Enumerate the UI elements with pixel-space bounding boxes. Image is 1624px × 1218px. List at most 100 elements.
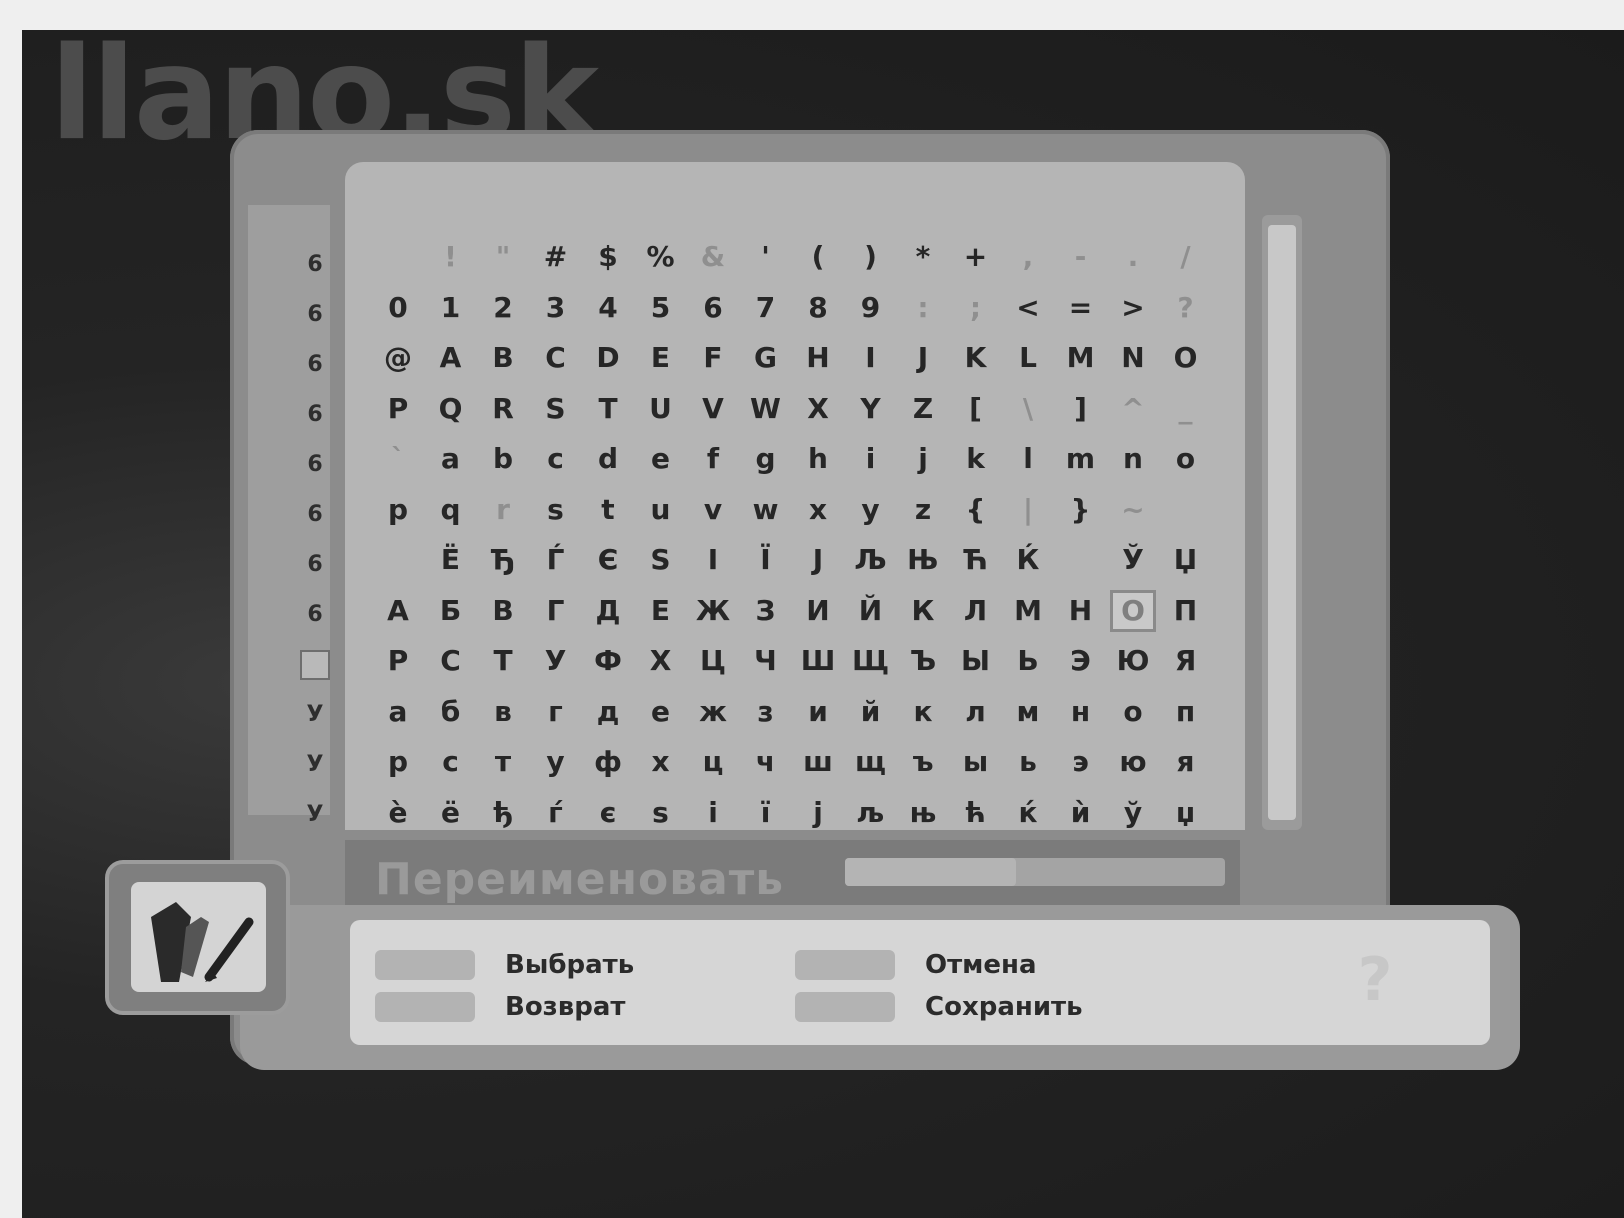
char-cell[interactable]: ћ (953, 792, 999, 834)
char-cell[interactable]: U (638, 388, 684, 430)
char-cell[interactable]: Ъ (900, 640, 946, 682)
char-cell[interactable]: > (1110, 287, 1156, 329)
char-cell[interactable]: ~ (1110, 489, 1156, 531)
char-cell[interactable]: ў (1110, 792, 1156, 834)
char-cell[interactable]: В (480, 590, 526, 632)
char-cell[interactable]: ё (428, 792, 474, 834)
row-marker[interactable]: У (300, 750, 330, 780)
row-marker[interactable]: 6 (300, 400, 330, 430)
char-cell[interactable]: ђ (480, 792, 526, 834)
char-cell[interactable]: У (533, 640, 579, 682)
char-cell[interactable]: ' (743, 236, 789, 278)
char-cell[interactable]: I (848, 337, 894, 379)
char-cell[interactable] (1163, 489, 1209, 531)
char-cell[interactable]: ќ (1005, 792, 1051, 834)
char-cell[interactable]: G (743, 337, 789, 379)
save-button[interactable]: Сохранить (795, 987, 1083, 1027)
char-cell[interactable]: ш (795, 741, 841, 783)
char-cell[interactable] (375, 236, 421, 278)
char-cell[interactable]: _ (1163, 388, 1209, 430)
char-cell[interactable]: п (1163, 691, 1209, 733)
char-cell[interactable]: у (533, 741, 579, 783)
char-cell[interactable]: Д (585, 590, 631, 632)
char-cell[interactable]: L (1005, 337, 1051, 379)
char-cell[interactable]: . (1110, 236, 1156, 278)
char-cell[interactable]: Љ (848, 539, 894, 581)
char-cell[interactable]: M (1058, 337, 1104, 379)
row-marker[interactable]: У (300, 800, 330, 830)
char-cell[interactable]: D (585, 337, 631, 379)
char-cell[interactable]: Ђ (480, 539, 526, 581)
char-cell[interactable]: Щ (848, 640, 894, 682)
char-cell[interactable]: ѝ (1058, 792, 1104, 834)
char-cell[interactable]: y (848, 489, 894, 531)
char-cell[interactable]: ч (743, 741, 789, 783)
char-cell[interactable]: 4 (585, 287, 631, 329)
char-cell[interactable]: Я (1163, 640, 1209, 682)
char-cell[interactable]: C (533, 337, 579, 379)
char-cell[interactable]: г (533, 691, 579, 733)
char-cell[interactable]: М (1005, 590, 1051, 632)
char-cell[interactable]: Н (1058, 590, 1104, 632)
char-cell[interactable]: - (1058, 236, 1104, 278)
char-cell[interactable]: j (900, 438, 946, 480)
char-cell[interactable]: g (743, 438, 789, 480)
char-cell[interactable]: E (638, 337, 684, 379)
char-cell[interactable]: љ (848, 792, 894, 834)
scrollbar-thumb[interactable] (1268, 225, 1296, 820)
char-cell[interactable]: ѕ (638, 792, 684, 834)
char-cell[interactable]: І (690, 539, 736, 581)
char-cell[interactable]: в (480, 691, 526, 733)
char-cell[interactable]: m (1058, 438, 1104, 480)
char-cell[interactable]: h (795, 438, 841, 480)
char-cell[interactable]: Ы (953, 640, 999, 682)
char-cell[interactable]: Ў (1110, 539, 1156, 581)
char-cell[interactable]: Ѓ (533, 539, 579, 581)
char-cell[interactable]: r (480, 489, 526, 531)
row-marker[interactable]: 6 (300, 450, 330, 480)
char-cell[interactable]: 5 (638, 287, 684, 329)
char-cell[interactable]: s (533, 489, 579, 531)
char-cell[interactable]: K (953, 337, 999, 379)
char-cell[interactable]: = (1058, 287, 1104, 329)
char-cell[interactable]: З (743, 590, 789, 632)
char-cell[interactable]: Ф (585, 640, 631, 682)
char-cell[interactable]: л (953, 691, 999, 733)
char-cell[interactable]: Q (428, 388, 474, 430)
char-cell[interactable]: ( (795, 236, 841, 278)
char-cell[interactable]: ) (848, 236, 894, 278)
char-cell[interactable]: d (585, 438, 631, 480)
char-cell[interactable]: 7 (743, 287, 789, 329)
char-cell[interactable]: Z (900, 388, 946, 430)
char-cell[interactable]: ? (1163, 287, 1209, 329)
char-cell[interactable] (1058, 539, 1104, 581)
char-cell[interactable]: / (1163, 236, 1209, 278)
char-cell[interactable]: i (848, 438, 894, 480)
char-cell[interactable]: ј (795, 792, 841, 834)
char-cell[interactable]: ; (953, 287, 999, 329)
char-cell[interactable]: ь (1005, 741, 1051, 783)
char-cell[interactable]: Т (480, 640, 526, 682)
char-cell[interactable]: $ (585, 236, 631, 278)
char-cell[interactable]: њ (900, 792, 946, 834)
char-cell[interactable]: р (375, 741, 421, 783)
cancel-button[interactable]: Отмена (795, 945, 1037, 985)
char-cell[interactable]: Ё (428, 539, 474, 581)
char-cell[interactable]: а (375, 691, 421, 733)
scrollbar[interactable] (1262, 215, 1302, 830)
char-cell[interactable]: щ (848, 741, 894, 783)
char-cell[interactable]: ы (953, 741, 999, 783)
char-cell[interactable]: { (953, 489, 999, 531)
char-cell[interactable]: Ѕ (638, 539, 684, 581)
char-cell[interactable]: х (638, 741, 684, 783)
char-cell[interactable]: b (480, 438, 526, 480)
char-cell[interactable]: a (428, 438, 474, 480)
char-cell[interactable]: ж (690, 691, 736, 733)
char-cell[interactable]: J (900, 337, 946, 379)
char-cell[interactable]: К (900, 590, 946, 632)
char-cell[interactable]: й (848, 691, 894, 733)
char-cell[interactable]: # (533, 236, 579, 278)
char-cell[interactable]: С (428, 640, 474, 682)
char-cell[interactable]: o (1163, 438, 1209, 480)
char-cell[interactable]: Ц (690, 640, 736, 682)
